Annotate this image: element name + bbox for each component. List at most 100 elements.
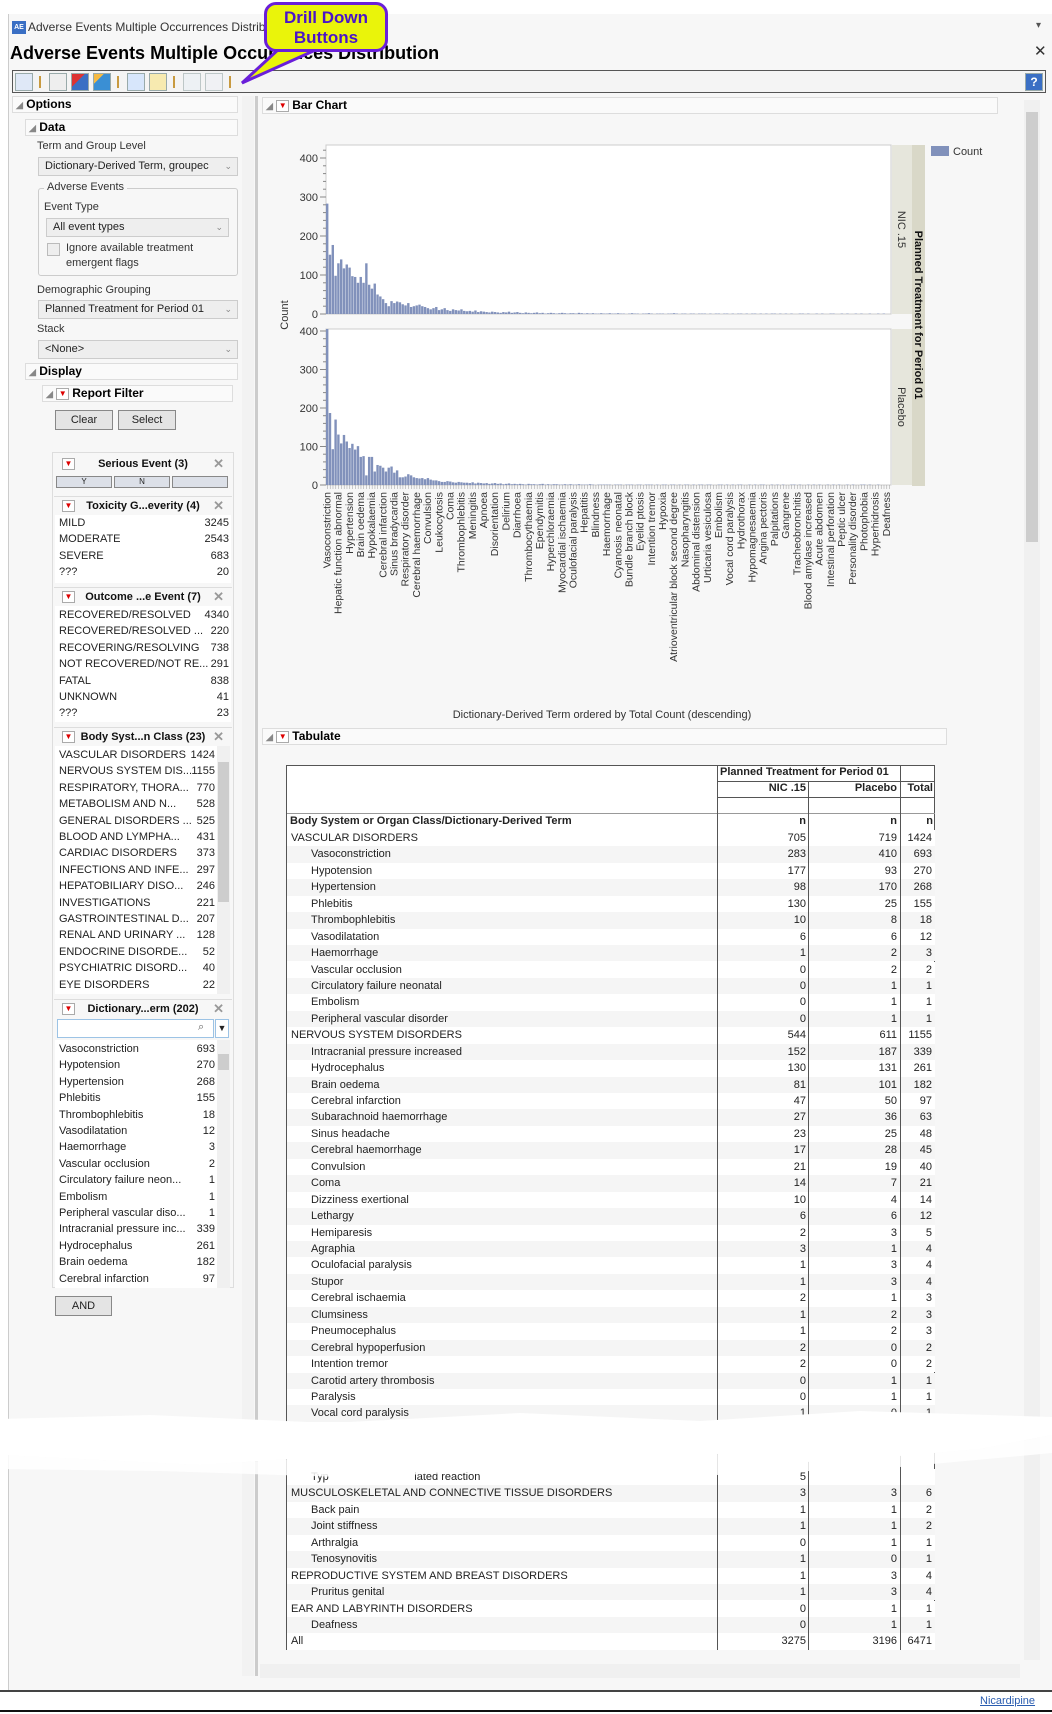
serious-n-button[interactable]: N: [114, 476, 170, 488]
red-triangle-menu-icon[interactable]: ▼: [62, 591, 75, 603]
filter-list-item[interactable]: RENAL AND URINARY ... 128: [59, 927, 215, 943]
main-horizontal-scrollbar[interactable]: [260, 1664, 1020, 1678]
select-button[interactable]: Select: [118, 410, 176, 430]
filter-list-item[interactable]: RECOVERED/RESOLVED ... 220: [59, 623, 229, 639]
filter-list-item[interactable]: NOT RECOVERED/NOT RE... 291: [59, 656, 229, 672]
window-menu-chevron-icon[interactable]: ▾: [1036, 20, 1041, 31]
filter-list-item[interactable]: GENERAL DISORDERS ... 525: [59, 813, 215, 829]
filter-list-item[interactable]: METABOLISM AND N... 528: [59, 796, 215, 812]
close-icon[interactable]: ✕: [1034, 42, 1047, 60]
data-table-icon[interactable]: [49, 73, 67, 91]
serious-blank-button[interactable]: [172, 476, 228, 488]
filter-list-item[interactable]: RECOVERING/RESOLVING 738: [59, 640, 229, 656]
red-triangle-menu-icon[interactable]: ▼: [62, 500, 75, 512]
term-group-dropdown[interactable]: Dictionary-Derived Term, groupec ⌄: [38, 157, 238, 176]
filter-list-item[interactable]: BLOOD AND LYMPHA... 431: [59, 829, 215, 845]
red-triangle-menu-icon[interactable]: ▼: [276, 730, 290, 743]
filter-list-item[interactable]: Vasoconstriction 693: [59, 1041, 215, 1057]
remove-filter-icon[interactable]: ✕: [213, 588, 224, 606]
disclosure-icon[interactable]: ◢: [16, 100, 23, 110]
filter-list-item[interactable]: NERVOUS SYSTEM DIS... 1155: [59, 763, 215, 779]
scrollbar-thumb[interactable]: [218, 1054, 229, 1070]
filter-list-item[interactable]: Hydrocephalus 261: [59, 1238, 215, 1254]
serious-y-button[interactable]: Y: [56, 476, 112, 488]
red-triangle-menu-icon[interactable]: ▼: [62, 1003, 75, 1015]
filter-list-item[interactable]: RESPIRATORY, THORA... 770: [59, 780, 215, 796]
search-options-dropdown[interactable]: ▼: [215, 1019, 229, 1038]
disclosure-icon[interactable]: ◢: [266, 101, 273, 111]
disclosure-icon[interactable]: ◢: [29, 123, 36, 133]
bar-chart-header[interactable]: ◢ ▼ Bar Chart: [262, 97, 998, 114]
filter-list-item[interactable]: Vasodilatation 12: [59, 1123, 215, 1139]
body-system-scrollbar[interactable]: [217, 746, 230, 994]
filter-list-item[interactable]: Cerebral infarction 97: [59, 1271, 215, 1287]
filter-list-item[interactable]: EYE DISORDERS 22: [59, 977, 215, 993]
filter-list-item[interactable]: Hypotension 270: [59, 1057, 215, 1073]
report-filter-header[interactable]: ◢ ▼ Report Filter: [42, 385, 233, 402]
scrollbar-thumb[interactable]: [218, 762, 229, 902]
red-triangle-menu-icon[interactable]: ▼: [62, 731, 75, 743]
filter-item-label: NOT RECOVERED/NOT RE...: [59, 658, 209, 671]
filter-list-item[interactable]: Phlebitis 155: [59, 1090, 215, 1106]
display-header[interactable]: ◢ Display: [25, 363, 238, 380]
dictionary-scrollbar[interactable]: [217, 1040, 230, 1288]
filter-list-item[interactable]: Haemorrhage 3: [59, 1139, 215, 1155]
filter-list-item[interactable]: VASCULAR DISORDERS 1424: [59, 747, 215, 763]
demographic-dropdown[interactable]: Planned Treatment for Period 01 ⌄: [38, 300, 238, 319]
disclosure-icon[interactable]: ◢: [266, 732, 273, 742]
options-header[interactable]: ◢ Options: [12, 96, 238, 113]
filter-list-item[interactable]: Circulatory failure neon... 1: [59, 1172, 215, 1188]
filter-list-item[interactable]: Thrombophlebitis 18: [59, 1107, 215, 1123]
disclosure-icon[interactable]: ◢: [29, 367, 36, 377]
report-icon[interactable]: [15, 73, 33, 91]
filter-list-item[interactable]: FATAL 838: [59, 673, 229, 689]
and-button[interactable]: AND: [55, 1296, 112, 1316]
filter-list-item[interactable]: SEVERE 683: [59, 548, 229, 564]
filter-list-item[interactable]: Brain oedema 182: [59, 1254, 215, 1270]
remove-filter-icon[interactable]: ✕: [213, 497, 224, 515]
filter-list-item[interactable]: MODERATE 2543: [59, 531, 229, 547]
filter-list-item[interactable]: Peripheral vascular diso... 1: [59, 1205, 215, 1221]
tabulate-header[interactable]: ◢ ▼ Tabulate: [262, 728, 947, 745]
filter-list-item[interactable]: INFECTIONS AND INFE... 297: [59, 862, 215, 878]
red-triangle-menu-icon[interactable]: ▼: [62, 458, 75, 470]
drill-chart-icon[interactable]: [205, 73, 223, 91]
disclosure-icon[interactable]: ◢: [46, 389, 53, 399]
filter-list-item[interactable]: ??? 23: [59, 705, 229, 721]
clear-button[interactable]: Clear: [55, 410, 113, 430]
filter-list-item[interactable]: Hypertension 268: [59, 1074, 215, 1090]
red-triangle-menu-icon[interactable]: ▼: [56, 387, 70, 400]
dictionary-search-input[interactable]: [57, 1019, 214, 1038]
filter-list-item[interactable]: HEPATOBILIARY DISO... 246: [59, 878, 215, 894]
filter-list-item[interactable]: Vascular occlusion 2: [59, 1156, 215, 1172]
ignore-flags-checkbox[interactable]: [47, 243, 60, 256]
remove-filter-icon[interactable]: ✕: [213, 1000, 224, 1018]
red-triangle-menu-icon[interactable]: ▼: [276, 99, 290, 112]
chevron-down-icon: ⌄: [224, 304, 232, 314]
help-button[interactable]: ?: [1025, 73, 1043, 91]
remove-filter-icon[interactable]: ✕: [213, 728, 224, 746]
scrollbar-thumb[interactable]: [1026, 112, 1038, 542]
subset-icon[interactable]: [93, 73, 111, 91]
stack-dropdown[interactable]: <None> ⌄: [38, 340, 238, 359]
filter-list-item[interactable]: UNKNOWN 41: [59, 689, 229, 705]
comment-add-icon[interactable]: [127, 73, 145, 91]
remove-filter-icon[interactable]: ✕: [213, 455, 224, 473]
chart-export-icon[interactable]: [71, 73, 89, 91]
comment-view-icon[interactable]: [149, 73, 167, 91]
filter-list-item[interactable]: ENDOCRINE DISORDE... 52: [59, 944, 215, 960]
drill-filter-icon[interactable]: [183, 73, 201, 91]
event-type-dropdown[interactable]: All event types ⌄: [46, 218, 229, 237]
filter-list-item[interactable]: ??? 20: [59, 564, 229, 580]
filter-list-item[interactable]: GASTROINTESTINAL D... 207: [59, 911, 215, 927]
filter-list-item[interactable]: CARDIAC DISORDERS 373: [59, 845, 215, 861]
filter-list-item[interactable]: Embolism 1: [59, 1189, 215, 1205]
filter-list-item[interactable]: Intracranial pressure inc... 339: [59, 1221, 215, 1237]
data-header[interactable]: ◢ Data: [25, 119, 238, 136]
search-icon[interactable]: ⌕: [198, 1021, 204, 1034]
status-link[interactable]: Nicardipine: [980, 1695, 1035, 1707]
filter-list-item[interactable]: PSYCHIATRIC DISORD... 40: [59, 960, 215, 976]
filter-list-item[interactable]: MILD 3245: [59, 515, 229, 531]
filter-list-item[interactable]: INVESTIGATIONS 221: [59, 895, 215, 911]
filter-list-item[interactable]: RECOVERED/RESOLVED 4340: [59, 607, 229, 623]
